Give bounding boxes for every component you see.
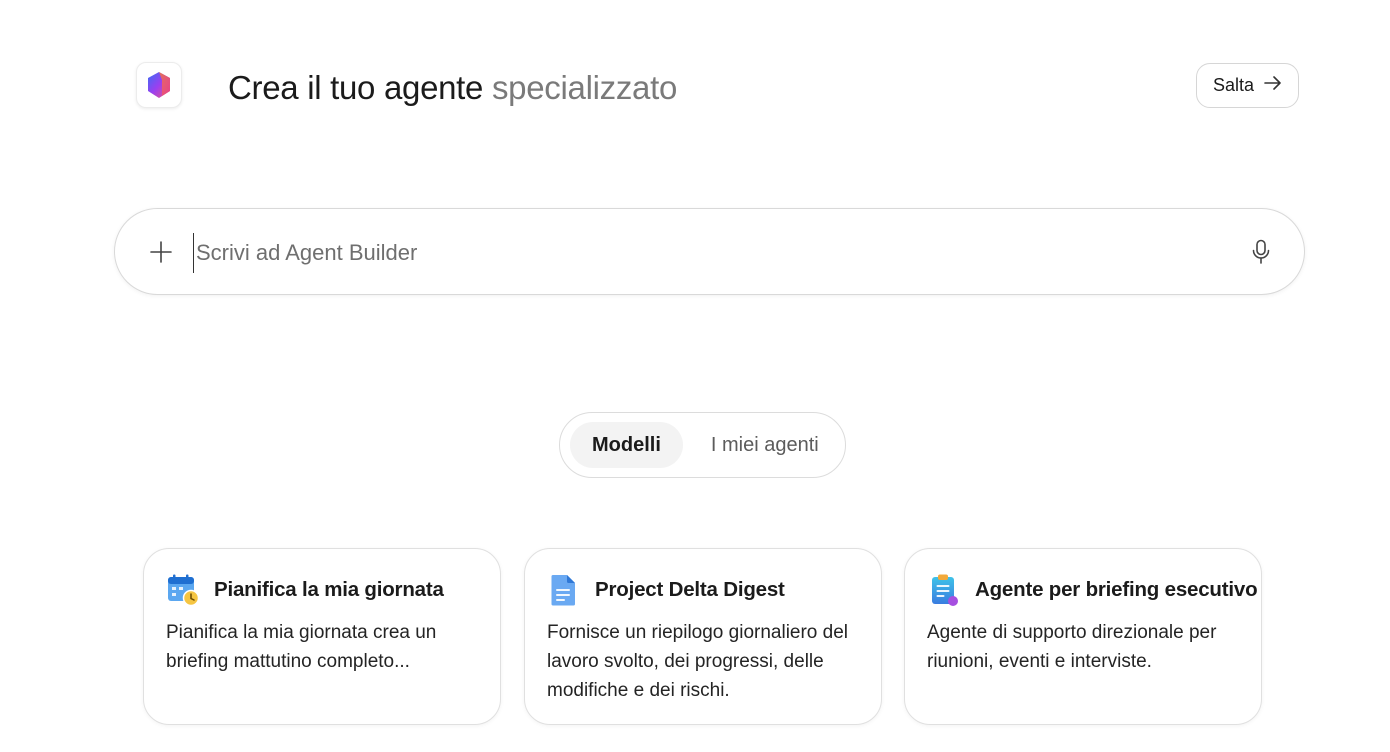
card-description: Agente di supporto direzionale per riuni… (927, 622, 1217, 672)
template-card-project-delta[interactable]: Project Delta Digest Fornisce un riepilo… (524, 548, 882, 725)
prompt-bar (114, 208, 1305, 295)
arrow-right-icon (1264, 75, 1282, 96)
plus-icon[interactable] (145, 236, 177, 268)
prompt-input[interactable] (193, 233, 1233, 273)
skip-button[interactable]: Salta (1196, 63, 1299, 108)
page-title-main: Crea il tuo agente (228, 69, 484, 106)
calendar-clock-icon (166, 573, 200, 607)
tab-i-miei-agenti[interactable]: I miei agenti (689, 422, 841, 468)
card-header: Pianifica la mia giornata (166, 571, 478, 609)
card-header: Agente per briefing esecutivo (927, 571, 1258, 609)
template-card-pianifica[interactable]: Pianifica la mia giornata Pianifica la m… (143, 548, 501, 725)
agent-builder-page: Crea il tuo agente specializzato Salta S… (0, 0, 1390, 752)
document-icon (547, 573, 581, 607)
card-header: Project Delta Digest (547, 571, 859, 609)
clipboard-icon (927, 573, 961, 607)
card-description: Pianifica la mia giornata crea un briefi… (166, 622, 437, 672)
skip-button-label: Salta (1212, 75, 1255, 95)
card-description: Fornisce un riepilogo giornaliero del la… (547, 622, 849, 701)
tab-group: Modelli I miei agenti (559, 412, 846, 478)
tab-modelli[interactable]: Modelli (570, 422, 683, 468)
copilot-logo-icon (136, 62, 182, 108)
card-title: Pianifica la mia giornata (214, 578, 444, 601)
card-title: Agente per briefing esecutivo (975, 578, 1258, 601)
template-card-briefing[interactable]: Agente per briefing esecutivo Agente di … (904, 548, 1262, 725)
page-title-accent: specializzato (491, 69, 678, 106)
microphone-icon[interactable] (1245, 236, 1277, 268)
page-title: Crea il tuo agente specializzato (228, 68, 677, 108)
card-title: Project Delta Digest (595, 578, 785, 601)
